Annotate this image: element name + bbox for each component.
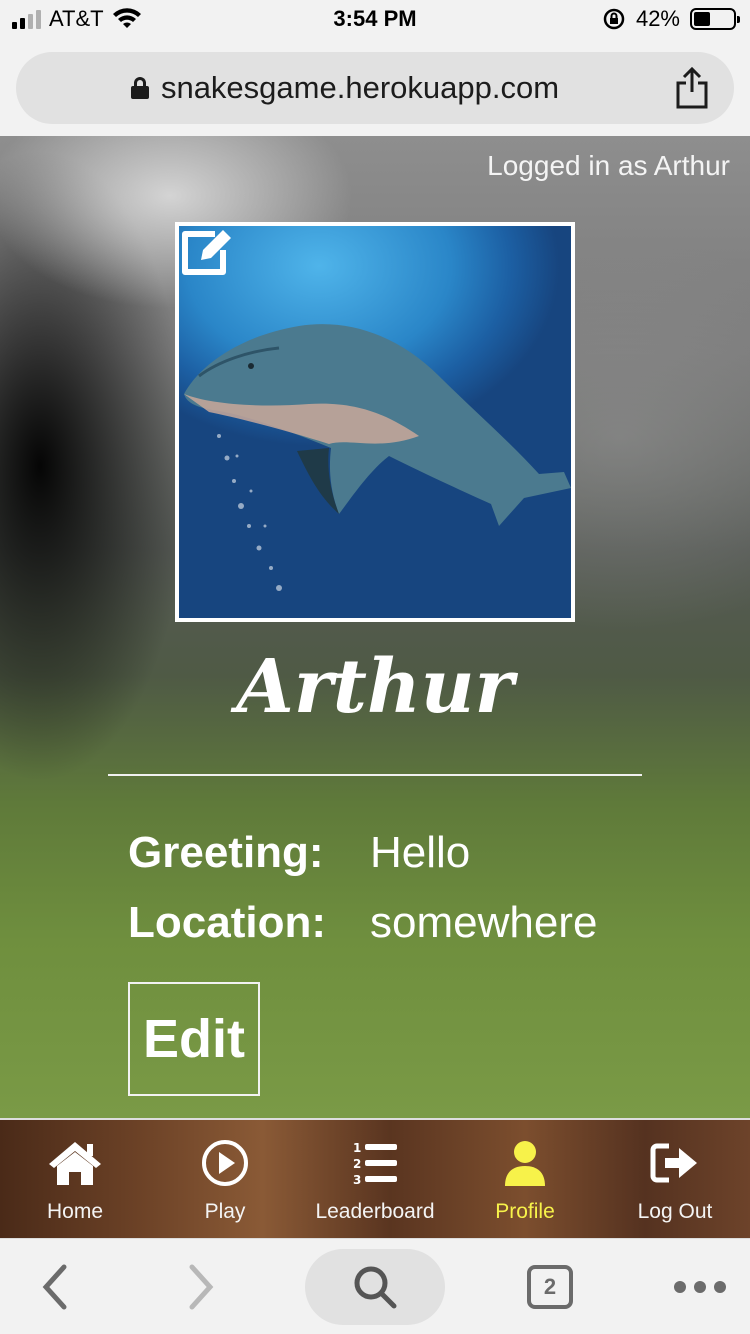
- nav-item-leaderboard[interactable]: 1 2 3 Leaderboard: [300, 1120, 450, 1238]
- nav-label-profile: Profile: [495, 1200, 555, 1223]
- browser-address-area: snakesgame.herokuapp.com: [0, 40, 750, 136]
- greeting-label: Greeting:: [128, 828, 324, 877]
- location-value: somewhere: [370, 898, 598, 947]
- battery-icon: [690, 8, 740, 30]
- location-label: Location:: [128, 898, 326, 947]
- nav-label-home: Home: [46, 1200, 104, 1223]
- status-bar: AT&T 3:54 PM 42%: [0, 0, 750, 40]
- back-icon: [42, 1264, 67, 1310]
- nav-label-leaderboard: Leaderboard: [315, 1200, 435, 1223]
- svg-text:3: 3: [353, 1173, 361, 1187]
- edit-icon[interactable]: [179, 226, 235, 278]
- nav-item-profile[interactable]: Profile: [450, 1120, 600, 1238]
- logged-in-status: Logged in as Arthur: [487, 150, 730, 181]
- location-row: Location: somewhere: [128, 898, 597, 948]
- url-text[interactable]: snakesgame.herokuapp.com: [161, 70, 559, 106]
- nav-item-play[interactable]: Play: [150, 1120, 300, 1238]
- profile-icon: [505, 1141, 545, 1186]
- battery-fill: [694, 12, 710, 26]
- avatar[interactable]: [175, 222, 575, 622]
- profile-username: Arthur: [236, 644, 514, 730]
- lock-icon: [130, 77, 149, 99]
- status-right: 42%: [602, 6, 740, 32]
- tabs-button[interactable]: 2: [510, 1249, 590, 1325]
- svg-text:2: 2: [353, 1157, 361, 1171]
- nav-label-play: Play: [204, 1200, 246, 1223]
- search-icon: [354, 1266, 397, 1309]
- logout-icon: [650, 1143, 697, 1183]
- dolphin-photo: [184, 324, 571, 591]
- leaderboard-icon: 1 2 3: [353, 1141, 397, 1187]
- tab-count: 2: [543, 1274, 557, 1299]
- search-button[interactable]: [305, 1249, 445, 1325]
- battery-percent: 42%: [635, 6, 680, 31]
- more-button[interactable]: [660, 1249, 740, 1325]
- home-icon: [49, 1142, 101, 1185]
- tabs-icon: 2: [527, 1265, 573, 1309]
- greeting-value: Hello: [370, 828, 471, 877]
- edit-profile-button[interactable]: Edit: [128, 982, 260, 1096]
- divider: [108, 774, 642, 776]
- more-icon: [674, 1281, 726, 1293]
- share-icon[interactable]: [672, 66, 712, 110]
- bottom-nav: Home Play 1 2 3 Leaderboard Profile Log: [0, 1118, 750, 1238]
- back-button[interactable]: [20, 1249, 90, 1325]
- svg-text:1: 1: [353, 1141, 361, 1155]
- nav-item-logout[interactable]: Log Out: [600, 1120, 750, 1238]
- address-display[interactable]: snakesgame.herokuapp.com: [16, 52, 674, 124]
- profile-page: Logged in as Arthur Arthur Greeting: Hel…: [0, 136, 750, 1118]
- browser-toolbar: 2: [0, 1238, 750, 1334]
- nav-label-logout: Log Out: [637, 1200, 713, 1223]
- play-icon: [202, 1140, 248, 1186]
- nav-item-home[interactable]: Home: [0, 1120, 150, 1238]
- forward-icon: [189, 1264, 214, 1310]
- greeting-row: Greeting: Hello: [128, 828, 470, 878]
- forward-button[interactable]: [166, 1249, 236, 1325]
- address-bar[interactable]: snakesgame.herokuapp.com: [16, 52, 734, 124]
- orientation-lock-icon: [603, 8, 625, 30]
